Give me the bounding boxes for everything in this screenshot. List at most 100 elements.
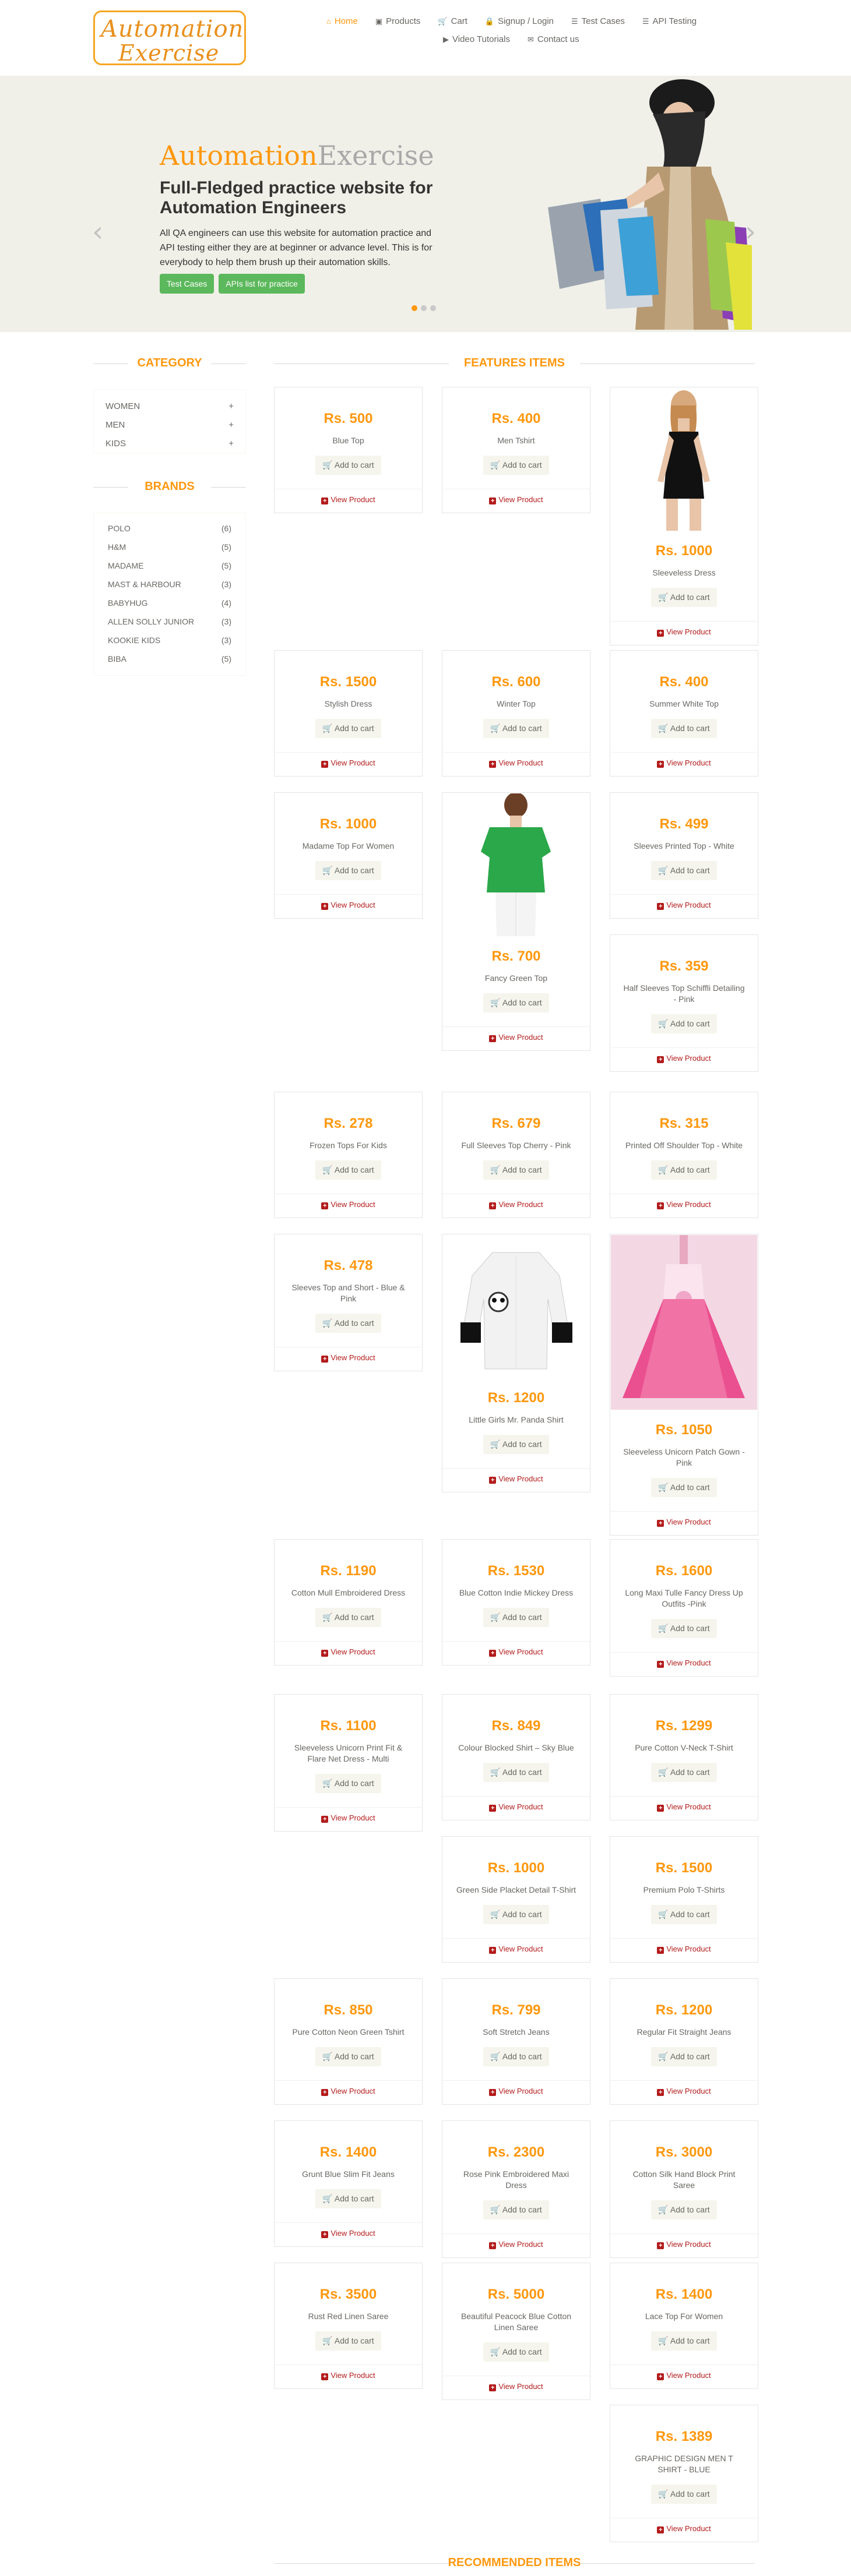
add-to-cart-button[interactable]: 🛒 Add to cart (315, 2189, 381, 2208)
nav-home[interactable]: ⌂ Home (326, 16, 358, 26)
view-product-link[interactable]: + View Product (442, 2376, 590, 2399)
add-to-cart-button[interactable]: 🛒 Add to cart (483, 2047, 549, 2066)
apis-list-button[interactable]: APIs list for practice (219, 274, 305, 294)
category-item-kids[interactable]: KIDS + (106, 439, 234, 449)
view-product-link[interactable]: + View Product (275, 1808, 422, 1831)
add-to-cart-button[interactable]: 🛒 Add to cart (483, 1160, 549, 1180)
add-to-cart-button[interactable]: 🛒 Add to cart (315, 2331, 381, 2351)
view-product-link[interactable]: + View Product (442, 1642, 590, 1665)
add-to-cart-button[interactable]: 🛒 Add to cart (315, 456, 381, 475)
view-product-link[interactable]: + View Product (610, 1797, 758, 1820)
add-to-cart-button[interactable]: 🛒 Add to cart (315, 861, 381, 880)
expand-plus-icon[interactable]: + (228, 420, 234, 430)
view-product-link[interactable]: + View Product (610, 1512, 758, 1535)
view-product-link[interactable]: + View Product (275, 753, 422, 776)
brand-item[interactable]: H&M (5) (108, 542, 231, 552)
view-product-link[interactable]: + View Product (275, 2081, 422, 2104)
nav-contact-us[interactable]: ✉ Contact us (528, 34, 579, 44)
view-product-link[interactable]: + View Product (442, 753, 590, 776)
add-to-cart-button[interactable]: 🛒 Add to cart (651, 588, 717, 607)
add-to-cart-button[interactable]: 🛒 Add to cart (315, 719, 381, 738)
view-product-link[interactable]: + View Product (610, 2518, 758, 2542)
view-product-link[interactable]: + View Product (442, 1469, 590, 1492)
view-product-link[interactable]: + View Product (442, 1797, 590, 1820)
add-to-cart-button[interactable]: 🛒 Add to cart (315, 2047, 381, 2066)
view-product-link[interactable]: + View Product (275, 1194, 422, 1218)
add-to-cart-button[interactable]: 🛒 Add to cart (483, 2200, 549, 2219)
view-product-link[interactable]: + View Product (442, 1027, 590, 1050)
view-product-link[interactable]: + View Product (610, 1194, 758, 1218)
nav-cart[interactable]: 🛒 Cart (438, 16, 467, 26)
carousel-prev-icon[interactable]: ‹ (92, 216, 103, 248)
view-product-link[interactable]: + View Product (610, 1048, 758, 1071)
carousel-dot-3[interactable] (430, 305, 436, 311)
add-to-cart-button[interactable]: 🛒 Add to cart (651, 2331, 717, 2351)
view-product-link[interactable]: + View Product (610, 1653, 758, 1676)
add-to-cart-button[interactable]: 🛒 Add to cart (315, 1314, 381, 1333)
brand-item[interactable]: POLO (6) (108, 524, 231, 533)
add-to-cart-button[interactable]: 🛒 Add to cart (483, 993, 549, 1012)
add-to-cart-button[interactable]: 🛒 Add to cart (483, 1763, 549, 1782)
view-product-link[interactable]: + View Product (610, 2081, 758, 2104)
view-product-link[interactable]: + View Product (442, 1194, 590, 1218)
add-to-cart-button[interactable]: 🛒 Add to cart (483, 1435, 549, 1454)
add-to-cart-button[interactable]: 🛒 Add to cart (651, 2200, 717, 2219)
nav-test-cases[interactable]: ☰ Test Cases (571, 16, 625, 26)
add-to-cart-button[interactable]: 🛒 Add to cart (483, 719, 549, 738)
view-product-link[interactable]: + View Product (275, 1642, 422, 1665)
view-product-link[interactable]: + View Product (442, 2081, 590, 2104)
add-to-cart-button[interactable]: 🛒 Add to cart (483, 1905, 549, 1924)
add-to-cart-button[interactable]: 🛒 Add to cart (651, 1905, 717, 1924)
add-to-cart-button[interactable]: 🛒 Add to cart (651, 1763, 717, 1782)
category-item-men[interactable]: MEN + (106, 420, 234, 430)
view-product-link[interactable]: + View Product (610, 895, 758, 918)
add-to-cart-label: Add to cart (502, 2205, 542, 2214)
add-to-cart-button[interactable]: 🛒 Add to cart (651, 1014, 717, 1033)
view-product-link[interactable]: + View Product (275, 2365, 422, 2388)
brand-item[interactable]: BIBA (5) (108, 654, 231, 664)
add-to-cart-button[interactable]: 🛒 Add to cart (651, 2485, 717, 2504)
add-to-cart-button[interactable]: 🛒 Add to cart (651, 1619, 717, 1638)
brand-item[interactable]: ALLEN SOLLY JUNIOR (3) (108, 617, 231, 626)
site-logo[interactable]: Automation Exercise (93, 10, 246, 66)
add-to-cart-button[interactable]: 🛒 Add to cart (315, 1160, 381, 1180)
add-to-cart-button[interactable]: 🛒 Add to cart (651, 1160, 717, 1180)
nav-video-tutorials[interactable]: ▶ Video Tutorials (443, 34, 510, 44)
view-product-link[interactable]: + View Product (610, 2365, 758, 2388)
category-item-women[interactable]: WOMEN + (106, 401, 234, 411)
brand-item[interactable]: MADAME (5) (108, 561, 231, 570)
add-to-cart-button[interactable]: 🛒 Add to cart (483, 1608, 549, 1627)
view-product-link[interactable]: + View Product (275, 489, 422, 513)
view-product-link[interactable]: + View Product (610, 2234, 758, 2257)
nav-api-testing[interactable]: ☰ API Testing (642, 16, 697, 26)
nav-signup-login[interactable]: 🔒 Signup / Login (485, 16, 554, 26)
add-to-cart-button[interactable]: 🛒 Add to cart (483, 456, 549, 475)
add-to-cart-button[interactable]: 🛒 Add to cart (315, 1608, 381, 1627)
add-to-cart-button[interactable]: 🛒 Add to cart (651, 2047, 717, 2066)
nav-products[interactable]: ▣ Products (375, 16, 421, 26)
carousel-next-icon[interactable]: › (745, 216, 756, 248)
brand-item[interactable]: BABYHUG (4) (108, 598, 231, 608)
test-cases-button[interactable]: Test Cases (160, 274, 214, 294)
view-product-link[interactable]: + View Product (275, 2223, 422, 2246)
brand-item[interactable]: MAST & HARBOUR (3) (108, 580, 231, 589)
view-product-link[interactable]: + View Product (275, 895, 422, 918)
view-product-link[interactable]: + View Product (442, 489, 590, 513)
brand-item[interactable]: KOOKIE KIDS (3) (108, 636, 231, 645)
expand-plus-icon[interactable]: + (228, 439, 234, 449)
add-to-cart-button[interactable]: 🛒 Add to cart (651, 861, 717, 880)
view-product-link[interactable]: + View Product (442, 2234, 590, 2257)
view-product-link[interactable]: + View Product (610, 753, 758, 776)
add-to-cart-button[interactable]: 🛒 Add to cart (651, 719, 717, 738)
product-name: Sleeveless Unicorn Print Fit & Flare Net… (294, 1743, 403, 1763)
view-product-link[interactable]: + View Product (442, 1939, 590, 1962)
carousel-dot-2[interactable] (421, 305, 427, 311)
carousel-dot-1[interactable] (412, 305, 417, 311)
add-to-cart-button[interactable]: 🛒 Add to cart (315, 1774, 381, 1793)
add-to-cart-button[interactable]: 🛒 Add to cart (651, 1478, 717, 1497)
view-product-link[interactable]: + View Product (610, 1939, 758, 1962)
view-product-link[interactable]: + View Product (275, 1347, 422, 1371)
expand-plus-icon[interactable]: + (228, 401, 234, 411)
view-product-link[interactable]: + View Product (610, 622, 758, 645)
add-to-cart-button[interactable]: 🛒 Add to cart (483, 2342, 549, 2362)
